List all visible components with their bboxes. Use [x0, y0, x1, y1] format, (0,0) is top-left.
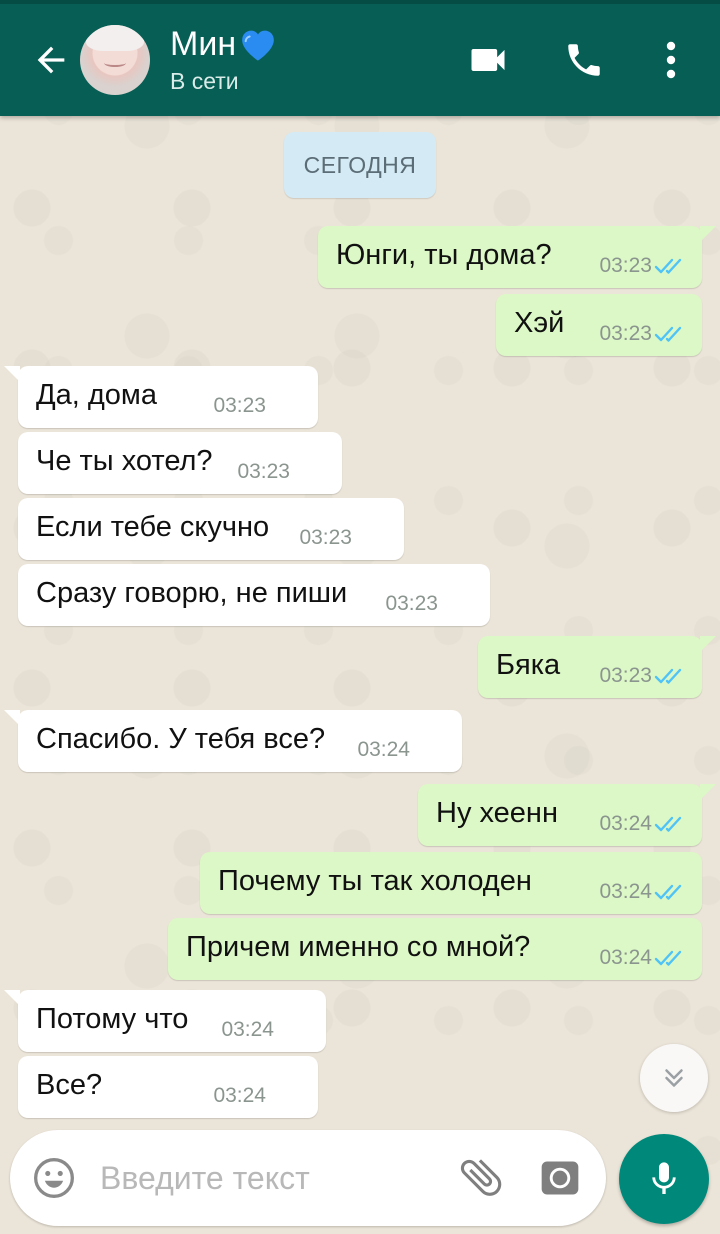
message-text: Все?: [36, 1069, 103, 1101]
message-outgoing[interactable]: Бяка 03:23: [478, 636, 716, 698]
message-outgoing[interactable]: Юнги, ты дома? 03:23: [318, 226, 716, 288]
voice-call-button[interactable]: [554, 30, 614, 90]
message-time: 03:23: [385, 592, 438, 615]
message-text: Да, дома: [36, 379, 157, 411]
more-vert-icon: [666, 41, 676, 79]
camera-icon[interactable]: [538, 1156, 582, 1200]
phone-icon: [568, 44, 600, 76]
message-incoming[interactable]: Спасибо. У тебя все? 03:24: [4, 710, 462, 772]
back-arrow-icon: [37, 46, 65, 74]
message-text: Потому что: [36, 1003, 189, 1035]
message-incoming[interactable]: Че ты хотел? 03:23: [18, 432, 342, 494]
emoji-icon[interactable]: [32, 1156, 76, 1200]
message-time: 03:24: [599, 812, 652, 835]
message-time: 03:23: [599, 664, 652, 687]
chevron-double-down-icon: [665, 1069, 683, 1087]
scroll-to-bottom-button[interactable]: [640, 1044, 708, 1112]
date-divider: СЕГОДНЯ: [284, 132, 436, 198]
video-call-icon: [471, 49, 505, 71]
message-time: 03:24: [599, 946, 652, 969]
chat-header: Мин В сети: [0, 0, 720, 116]
contact-status: В сети: [170, 68, 239, 94]
message-input[interactable]: [100, 1150, 430, 1206]
message-time: 03:23: [599, 322, 652, 345]
message-time: 03:24: [599, 880, 652, 903]
paperclip-icon[interactable]: [456, 1152, 506, 1202]
read-double-check-icon: [654, 950, 682, 966]
more-options-button[interactable]: [656, 30, 686, 90]
message-text: Хэй: [514, 307, 565, 339]
read-double-check-icon: [654, 884, 682, 900]
message-time: 03:24: [357, 738, 410, 761]
message-text: Сразу говорю, не пиши: [36, 577, 348, 609]
read-double-check-icon: [654, 258, 682, 274]
message-text: Бяка: [496, 649, 561, 681]
message-list[interactable]: СЕГОДНЯ Юнги, ты дома? 03:23 Хэй 03:23 Д…: [0, 116, 720, 1126]
read-double-check-icon: [654, 668, 682, 684]
message-time: 03:23: [213, 394, 266, 417]
video-call-button[interactable]: [458, 30, 518, 90]
message-text: Почему ты так холоден: [218, 865, 532, 897]
read-double-check-icon: [654, 816, 682, 832]
message-outgoing[interactable]: Ну хеенн 03:24: [418, 784, 716, 846]
message-incoming[interactable]: Если тебе скучно 03:23: [18, 498, 404, 560]
read-double-check-icon: [654, 326, 682, 342]
message-time: 03:23: [599, 254, 652, 277]
message-outgoing[interactable]: Хэй 03:23: [496, 294, 702, 356]
message-outgoing[interactable]: Причем именно со мной? 03:24: [168, 918, 702, 980]
contact-info[interactable]: Мин В сети: [170, 24, 278, 96]
contact-name-text: Мин: [170, 25, 237, 63]
message-incoming[interactable]: Потому что 03:24: [4, 990, 326, 1052]
message-time: 03:24: [213, 1084, 266, 1107]
contact-avatar[interactable]: [80, 25, 150, 95]
message-composer: [10, 1130, 606, 1226]
message-incoming[interactable]: Сразу говорю, не пиши 03:23: [18, 564, 490, 626]
message-text: Причем именно со мной?: [186, 931, 531, 963]
contact-name: Мин: [170, 24, 278, 64]
message-text: Ну хеенн: [436, 797, 558, 829]
message-time: 03:23: [237, 460, 290, 483]
message-time: 03:23: [299, 526, 352, 549]
message-time: 03:24: [221, 1018, 274, 1041]
message-text: Че ты хотел?: [36, 445, 213, 477]
voice-message-button[interactable]: [619, 1134, 709, 1224]
message-text: Спасибо. У тебя все?: [36, 723, 326, 755]
message-incoming[interactable]: Да, дома 03:23: [4, 366, 318, 428]
message-text: Юнги, ты дома?: [336, 239, 552, 271]
blue-heart-emoji: [238, 25, 278, 63]
mic-icon: [652, 1162, 676, 1194]
back-button[interactable]: [24, 30, 78, 90]
message-text: Если тебе скучно: [36, 511, 270, 543]
message-outgoing[interactable]: Почему ты так холоден 03:24: [200, 852, 702, 914]
message-incoming[interactable]: Все? 03:24: [18, 1056, 318, 1118]
